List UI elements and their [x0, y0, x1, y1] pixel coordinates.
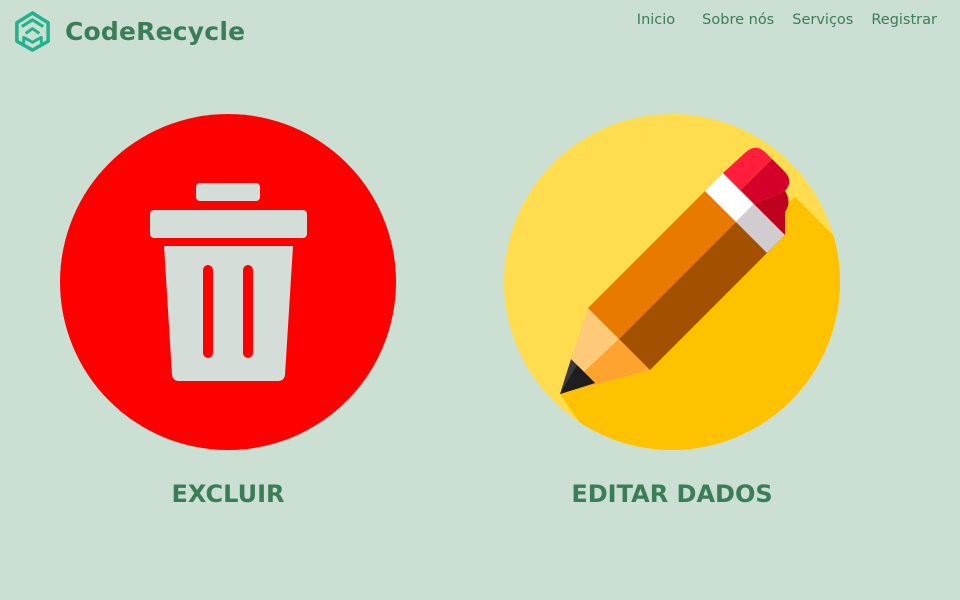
trash-icon — [150, 183, 307, 381]
code-recycle-logo-icon — [15, 11, 50, 52]
edit-label: EDITAR DADOS — [571, 480, 773, 508]
delete-action[interactable]: EXCLUIR — [58, 112, 398, 508]
edit-button[interactable] — [502, 112, 842, 452]
nav-link-servicos[interactable]: Serviços — [792, 12, 853, 28]
nav-link-registrar[interactable]: Registrar — [871, 12, 937, 28]
delete-button[interactable] — [58, 112, 398, 452]
brand-logo[interactable]: CodeRecycle — [12, 11, 245, 52]
brand-name: CodeRecycle — [65, 17, 246, 46]
main-nav: Inicio Sobre nós Serviços Registrar — [637, 12, 937, 28]
nav-link-inicio[interactable]: Inicio — [637, 12, 675, 28]
nav-link-sobre-nos[interactable]: Sobre nós — [702, 12, 774, 28]
edit-action[interactable]: EDITAR DADOS — [502, 112, 842, 508]
delete-label: EXCLUIR — [171, 480, 285, 508]
